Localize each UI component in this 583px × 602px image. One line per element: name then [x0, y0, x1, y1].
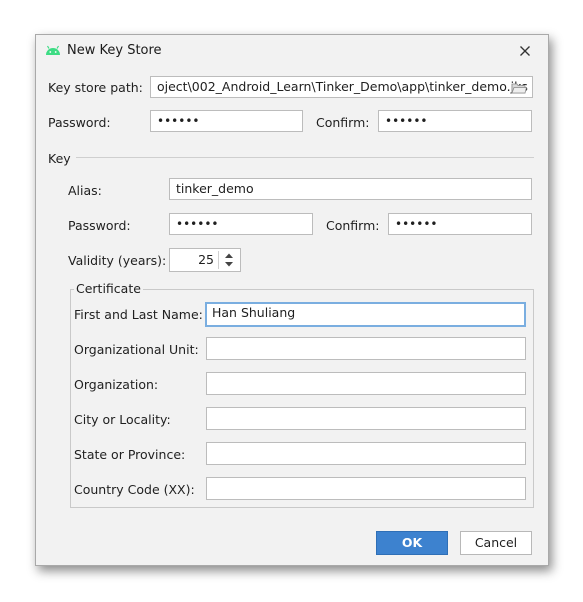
country-code-input[interactable] [206, 477, 526, 500]
city-label: City or Locality: [74, 412, 171, 427]
validity-spinner[interactable]: 25 [169, 248, 241, 272]
certificate-section-label: Certificate [74, 281, 143, 296]
keystore-path-value: oject\002_Android_Learn\Tinker_Demo\app\… [157, 79, 528, 94]
key-password-label: Password: [68, 218, 131, 233]
android-icon [46, 45, 60, 55]
folder-icon[interactable] [511, 82, 527, 94]
key-password-value: •••••• [176, 217, 219, 231]
keystore-confirm-value: •••••• [385, 114, 428, 128]
validity-label: Validity (years): [68, 253, 167, 268]
window-title: New Key Store [67, 43, 162, 58]
first-last-name-value: Han Shuliang [212, 305, 296, 320]
organization-label: Organization: [74, 377, 159, 392]
key-password-input[interactable]: •••••• [169, 213, 313, 235]
state-input[interactable] [206, 442, 526, 465]
first-last-name-label: First and Last Name: [74, 307, 203, 322]
alias-label: Alias: [68, 183, 102, 198]
keystore-confirm-label: Confirm: [316, 115, 370, 130]
new-key-store-dialog: New Key Store Key store path: oject\002_… [35, 34, 549, 566]
key-confirm-input[interactable]: •••••• [388, 213, 532, 235]
first-last-name-input[interactable]: Han Shuliang [205, 302, 526, 327]
keystore-confirm-input[interactable]: •••••• [378, 110, 532, 132]
title-bar: New Key Store [36, 35, 548, 65]
cancel-button[interactable]: Cancel [460, 531, 532, 555]
spinner-down-icon[interactable] [223, 261, 235, 268]
close-icon[interactable] [514, 40, 536, 62]
keystore-path-input[interactable]: oject\002_Android_Learn\Tinker_Demo\app\… [150, 76, 533, 98]
city-input[interactable] [206, 407, 526, 430]
alias-input[interactable]: tinker_demo [169, 178, 532, 200]
keystore-password-value: •••••• [157, 114, 200, 128]
key-section-divider [76, 157, 534, 158]
ok-button[interactable]: OK [376, 531, 448, 555]
org-unit-label: Organizational Unit: [74, 342, 199, 357]
key-confirm-value: •••••• [395, 217, 438, 231]
keystore-password-input[interactable]: •••••• [150, 110, 303, 132]
keystore-path-label: Key store path: [48, 80, 143, 95]
key-section-label: Key [48, 151, 71, 166]
validity-value: 25 [198, 252, 214, 267]
country-code-label: Country Code (XX): [74, 482, 195, 497]
key-confirm-label: Confirm: [326, 218, 380, 233]
state-label: State or Province: [74, 447, 186, 462]
organization-input[interactable] [206, 372, 526, 395]
org-unit-input[interactable] [206, 337, 526, 360]
alias-value: tinker_demo [176, 181, 254, 196]
keystore-password-label: Password: [48, 115, 111, 130]
spinner-up-icon[interactable] [223, 252, 235, 259]
spinner-divider [218, 251, 219, 269]
